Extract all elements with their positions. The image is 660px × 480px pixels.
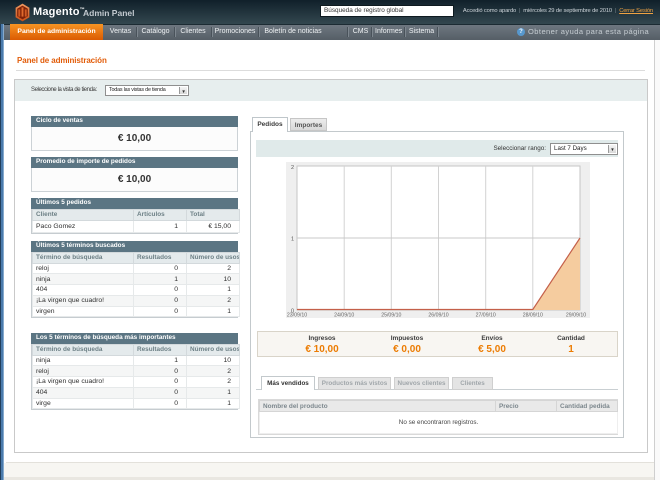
svg-text:2: 2: [291, 165, 294, 171]
svg-text:24/09/10: 24/09/10: [334, 313, 354, 319]
svg-text:23/09/10: 23/09/10: [287, 313, 307, 319]
svg-text:26/09/10: 26/09/10: [428, 313, 448, 319]
svg-text:25/09/10: 25/09/10: [381, 313, 401, 319]
svg-text:27/09/10: 27/09/10: [476, 313, 496, 319]
svg-text:28/09/10: 28/09/10: [523, 313, 543, 319]
svg-text:29/09/10: 29/09/10: [566, 313, 586, 319]
svg-text:1: 1: [291, 237, 294, 243]
